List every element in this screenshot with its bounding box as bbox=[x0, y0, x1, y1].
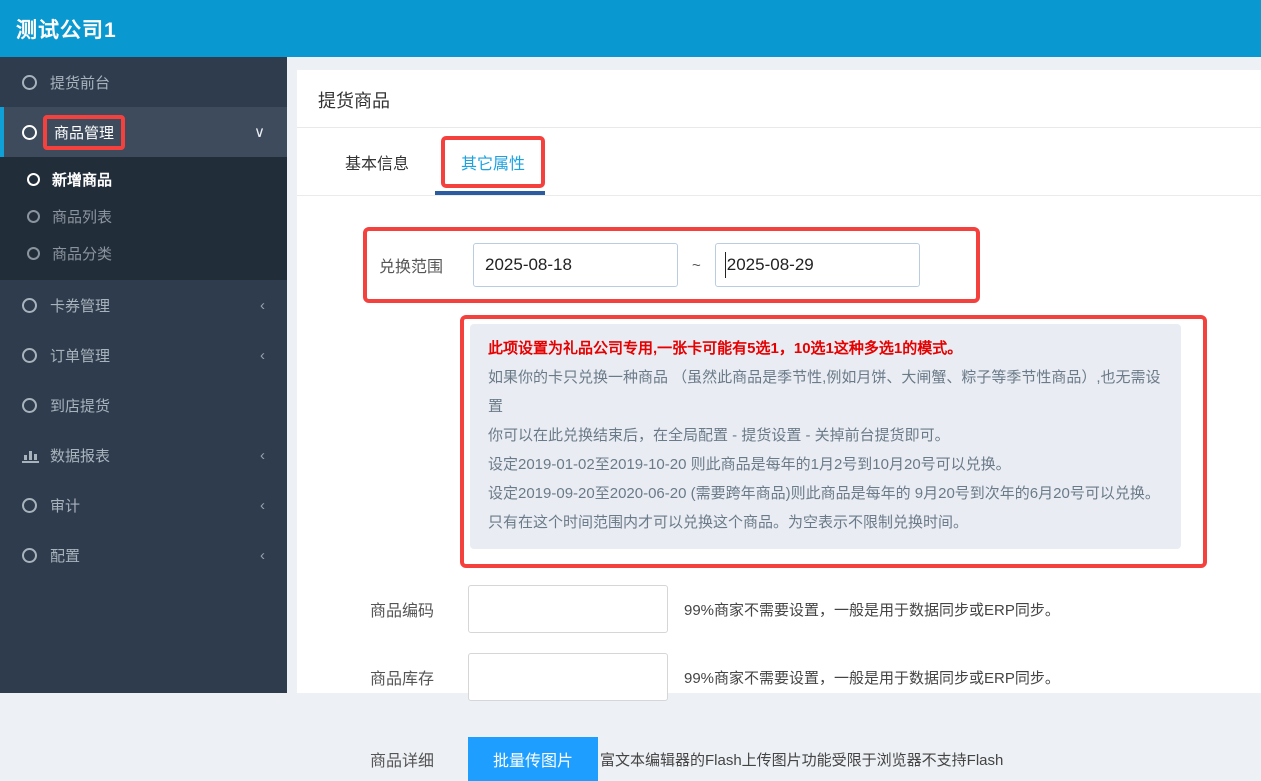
form-area: 兑换范围 ~ 此项设置为礼品公司专用,一张卡可能有5选1，10选1这种多选1的模… bbox=[297, 196, 1261, 781]
main-panel: 提货商品 基本信息 其它属性 兑换范围 ~ 此项设置为礼品公司专用,一张卡可能有… bbox=[297, 70, 1261, 693]
tab-other-attrs[interactable]: 其它属性 bbox=[441, 136, 545, 188]
chevron-left-icon: ‹ bbox=[260, 497, 265, 514]
sidebar-item-audit[interactable]: 审计 ‹ bbox=[0, 480, 287, 530]
goods-code-hint: 99%商家不需要设置，一般是用于数据同步或ERP同步。 bbox=[684, 599, 1060, 620]
sidebar-item-config[interactable]: 配置 ‹ bbox=[0, 530, 287, 580]
tab-basic-info[interactable]: 基本信息 bbox=[345, 150, 409, 174]
chevron-left-icon: ‹ bbox=[260, 347, 265, 364]
annotation-box-redeem-range: 兑换范围 ~ bbox=[363, 227, 980, 303]
circle-icon bbox=[27, 210, 40, 223]
tab-label: 其它属性 bbox=[461, 156, 525, 173]
circle-icon bbox=[22, 125, 37, 140]
goods-stock-hint: 99%商家不需要设置，一般是用于数据同步或ERP同步。 bbox=[684, 667, 1060, 688]
redeem-end-date-wrap bbox=[715, 243, 920, 287]
redeem-range-notice: 此项设置为礼品公司专用,一张卡可能有5选1，10选1这种多选1的模式。 如果你的… bbox=[470, 324, 1181, 549]
notice-line: 如果你的卡只兑换一种商品 （虽然此商品是季节性,例如月饼、大闸蟹、粽子等季节性商… bbox=[488, 363, 1163, 421]
circle-icon bbox=[22, 75, 37, 90]
goods-detail-label: 商品详细 bbox=[370, 747, 442, 771]
notice-line: 设定2019-09-20至2020-06-20 (需要跨年商品)则此商品是每年的… bbox=[488, 479, 1163, 508]
annotation-box-goods-mgmt: 商品管理 bbox=[43, 115, 125, 150]
sidebar-item-card-mgmt[interactable]: 卡券管理 ‹ bbox=[0, 280, 287, 330]
goods-code-input[interactable] bbox=[468, 585, 668, 633]
sidebar-item-reports[interactable]: 数据报表 ‹ bbox=[0, 430, 287, 480]
text-cursor bbox=[725, 252, 727, 278]
sidebar-item-order-mgmt[interactable]: 订单管理 ‹ bbox=[0, 330, 287, 380]
sidebar-item-label: 订单管理 bbox=[50, 345, 110, 366]
circle-icon bbox=[27, 247, 40, 260]
redeem-end-date-input[interactable] bbox=[715, 243, 920, 287]
tab-bar: 基本信息 其它属性 bbox=[297, 128, 1261, 196]
circle-icon bbox=[22, 298, 37, 313]
chevron-left-icon: ‹ bbox=[260, 447, 265, 464]
notice-line: 只有在这个时间范围内才可以兑换这个商品。为空表示不限制兑换时间。 bbox=[488, 508, 1163, 537]
notice-line: 你可以在此兑换结束后，在全局配置 - 提货设置 - 关掉前台提货即可。 bbox=[488, 421, 1163, 450]
goods-code-label: 商品编码 bbox=[370, 597, 442, 621]
bar-chart-icon bbox=[22, 448, 39, 463]
sidebar-item-pickup-front[interactable]: 提货前台 bbox=[0, 57, 287, 107]
flash-upload-hint: 富文本编辑器的Flash上传图片功能受限于浏览器不支持Flash bbox=[600, 749, 1003, 770]
sidebar-item-goods-list[interactable]: 商品列表 bbox=[0, 198, 287, 235]
sidebar-item-label: 商品管理 bbox=[54, 125, 114, 142]
circle-icon bbox=[22, 398, 37, 413]
circle-icon bbox=[22, 498, 37, 513]
sidebar-item-goods-mgmt[interactable]: 商品管理 ∨ bbox=[0, 107, 287, 157]
sidebar-item-store-pickup[interactable]: 到店提货 bbox=[0, 380, 287, 430]
sidebar-item-label: 审计 bbox=[50, 495, 80, 516]
redeem-start-date-input[interactable] bbox=[473, 243, 678, 287]
chevron-left-icon: ‹ bbox=[260, 297, 265, 314]
goods-stock-row: 商品库存 99%商家不需要设置，一般是用于数据同步或ERP同步。 bbox=[370, 653, 1261, 701]
sidebar-item-goods-cat[interactable]: 商品分类 bbox=[0, 235, 287, 272]
company-title: 测试公司1 bbox=[16, 14, 117, 44]
sidebar-item-label: 提货前台 bbox=[50, 72, 110, 93]
sidebar-item-label: 商品列表 bbox=[52, 206, 112, 227]
annotation-box-notice: 此项设置为礼品公司专用,一张卡可能有5选1，10选1这种多选1的模式。 如果你的… bbox=[460, 315, 1207, 568]
sidebar-item-label: 数据报表 bbox=[50, 445, 110, 466]
circle-icon bbox=[22, 348, 37, 363]
goods-stock-input[interactable] bbox=[468, 653, 668, 701]
chevron-left-icon: ‹ bbox=[260, 547, 265, 564]
circle-icon bbox=[22, 548, 37, 563]
sidebar-item-label: 卡券管理 bbox=[50, 295, 110, 316]
sidebar-item-label: 到店提货 bbox=[50, 395, 110, 416]
sidebar-item-label: 新增商品 bbox=[52, 169, 112, 190]
goods-stock-label: 商品库存 bbox=[370, 665, 442, 689]
goods-detail-row: 商品详细 批量传图片 富文本编辑器的Flash上传图片功能受限于浏览器不支持Fl… bbox=[370, 737, 1261, 781]
sidebar: 提货前台 商品管理 ∨ 新增商品 商品列表 商品分类 卡券管理 ‹ 订单管理 ‹… bbox=[0, 57, 287, 693]
chevron-down-icon: ∨ bbox=[254, 123, 265, 141]
goods-mgmt-submenu: 新增商品 商品列表 商品分类 bbox=[0, 157, 287, 280]
page-title: 提货商品 bbox=[297, 70, 1261, 128]
sidebar-item-label: 商品分类 bbox=[52, 243, 112, 264]
circle-icon bbox=[27, 173, 40, 186]
range-separator: ~ bbox=[692, 257, 701, 274]
notice-highlight-line: 此项设置为礼品公司专用,一张卡可能有5选1，10选1这种多选1的模式。 bbox=[488, 334, 1163, 363]
batch-upload-images-button[interactable]: 批量传图片 bbox=[468, 737, 598, 781]
sidebar-item-label: 配置 bbox=[50, 545, 80, 566]
goods-code-row: 商品编码 99%商家不需要设置，一般是用于数据同步或ERP同步。 bbox=[370, 585, 1261, 633]
notice-line: 设定2019-01-02至2019-10-20 则此商品是每年的1月2号到10月… bbox=[488, 450, 1163, 479]
sidebar-item-goods-new[interactable]: 新增商品 bbox=[0, 161, 287, 198]
redeem-range-label: 兑换范围 bbox=[379, 253, 451, 277]
app-header: 测试公司1 bbox=[0, 0, 1261, 57]
